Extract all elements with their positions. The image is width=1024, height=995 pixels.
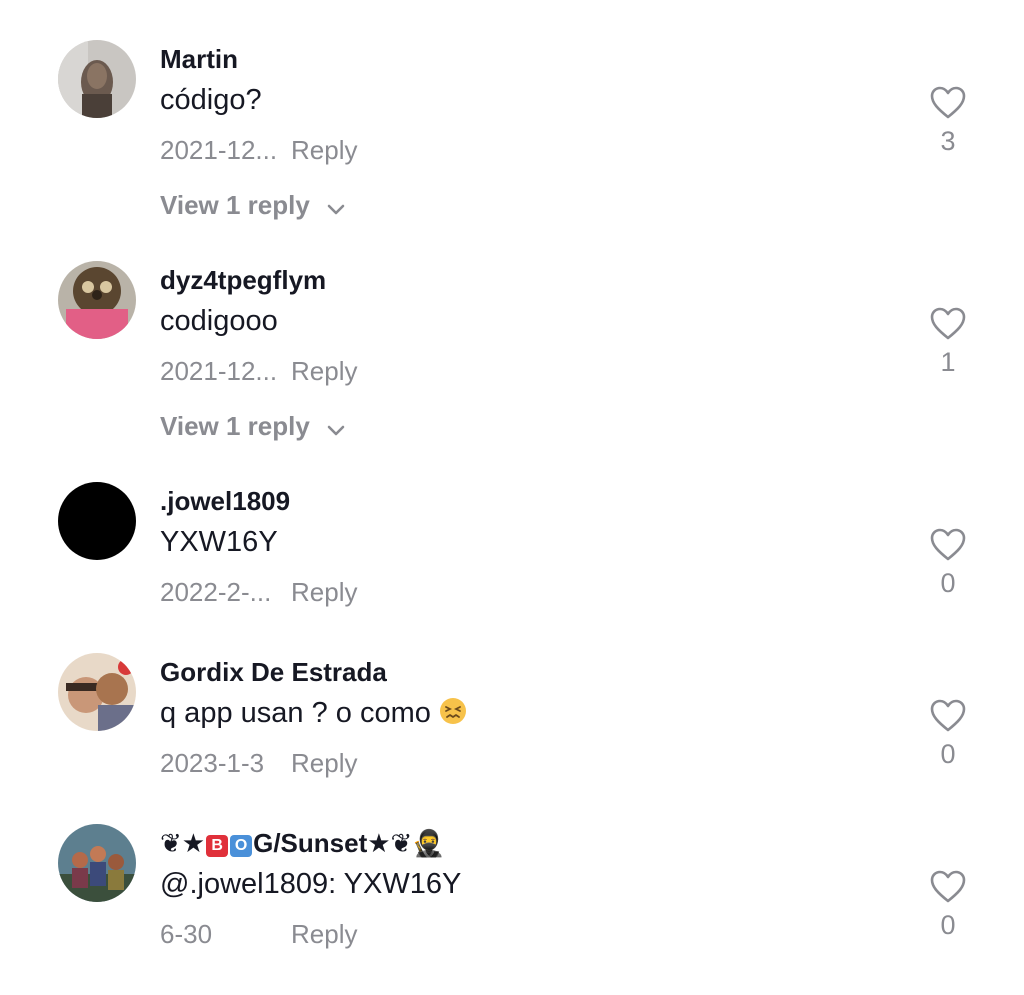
ninja-icon: 🥷	[412, 828, 445, 858]
comment-meta: 6-30 Reply	[160, 919, 357, 950]
confounded-face-icon	[439, 697, 467, 725]
reply-button[interactable]: Reply	[291, 919, 357, 949]
like-button[interactable]: 3	[924, 86, 972, 157]
comment-date: 6-30	[160, 919, 213, 949]
like-count: 0	[940, 739, 956, 769]
heart-icon	[924, 699, 972, 733]
comment-meta: 2021-12... Reply	[160, 135, 357, 166]
comment-meta: 2023-1-3 Reply	[160, 748, 357, 779]
comment-date: 2022-2-...	[160, 577, 272, 607]
heart-icon	[924, 86, 972, 120]
like-button[interactable]: 0	[924, 528, 972, 599]
comment-text: código?	[160, 84, 262, 116]
comment-meta: 2021-12... Reply	[160, 356, 357, 387]
like-button[interactable]: 0	[924, 699, 972, 770]
letter-o-badge: O	[230, 835, 253, 857]
comment-text: codigooo	[160, 305, 278, 337]
reply-button[interactable]: Reply	[291, 748, 357, 778]
comment-date: 2023-1-3	[160, 748, 265, 778]
view-replies-label: View 1 reply	[160, 411, 310, 441]
reply-button[interactable]: Reply	[291, 135, 357, 165]
username[interactable]: Martin	[160, 44, 238, 75]
comment-text: q app usan ? o como	[160, 697, 467, 730]
avatar[interactable]	[58, 482, 136, 560]
username[interactable]: dyz4tpegflym	[160, 265, 326, 296]
avatar[interactable]	[58, 653, 136, 731]
like-button[interactable]: 0	[924, 870, 972, 941]
comment-text: YXW16Y	[160, 526, 278, 558]
username[interactable]: Gordix De Estrada	[160, 657, 387, 688]
like-count: 0	[940, 910, 956, 940]
heart-icon	[924, 870, 972, 904]
reply-button[interactable]: Reply	[291, 577, 357, 607]
username[interactable]: .jowel1809	[160, 486, 290, 517]
comment-date: 2021-12...	[160, 356, 278, 386]
view-replies-button[interactable]: View 1 reply	[160, 190, 345, 223]
heart-icon	[924, 307, 972, 341]
view-replies-label: View 1 reply	[160, 190, 310, 220]
username-part: G/Sunset★❦	[253, 828, 413, 858]
heart-icon	[924, 528, 972, 562]
avatar[interactable]	[58, 261, 136, 339]
chevron-down-icon	[327, 413, 345, 444]
comment-text: @.jowel1809: YXW16Y	[160, 868, 462, 900]
avatar[interactable]	[58, 824, 136, 902]
comment-date: 2021-12...	[160, 135, 278, 165]
like-count: 1	[940, 347, 956, 377]
view-replies-button[interactable]: View 1 reply	[160, 411, 345, 444]
chevron-down-icon	[327, 192, 345, 223]
comment-meta: 2022-2-... Reply	[160, 577, 357, 608]
like-count: 0	[940, 568, 956, 598]
letter-b-badge: B	[206, 835, 229, 857]
username[interactable]: ❦★ B O G/Sunset★❦🥷	[160, 828, 445, 859]
comment-text-body: q app usan ? o como	[160, 697, 431, 729]
avatar[interactable]	[58, 40, 136, 118]
username-part: ❦★	[160, 828, 206, 858]
reply-button[interactable]: Reply	[291, 356, 357, 386]
like-button[interactable]: 1	[924, 307, 972, 378]
like-count: 3	[940, 126, 956, 156]
